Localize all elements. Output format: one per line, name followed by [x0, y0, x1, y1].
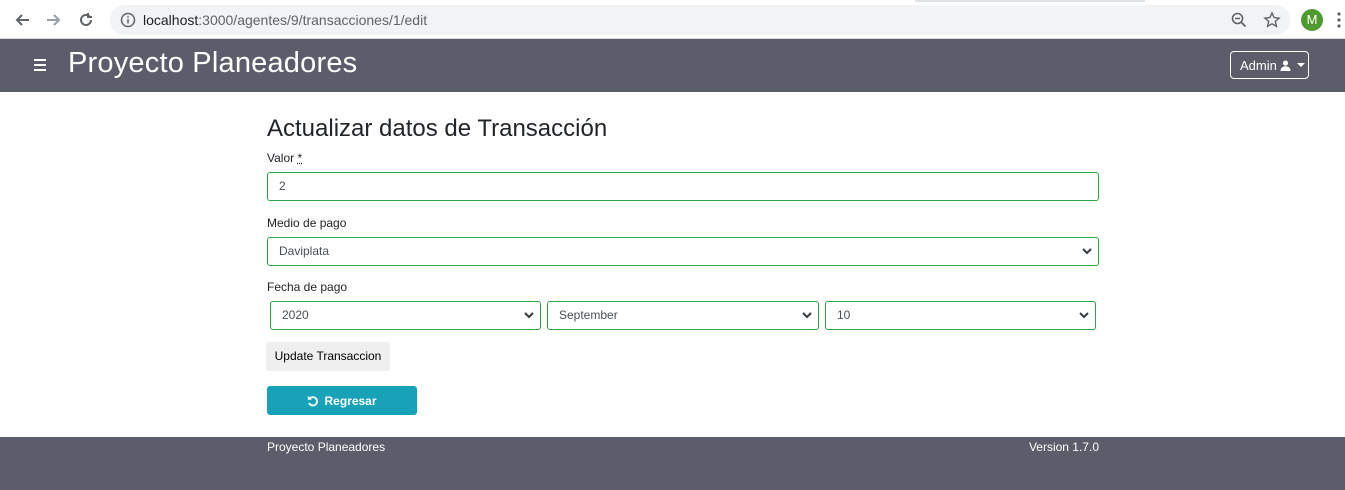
- page-footer: Proyecto Planeadores Version 1.7.0: [0, 437, 1345, 490]
- medio-de-pago-value: Daviplata: [279, 244, 330, 258]
- fecha-de-pago-label: Fecha de pago: [267, 280, 348, 294]
- fecha-day-value: 10: [837, 308, 851, 322]
- bookmark-star-icon[interactable]: [1263, 11, 1281, 29]
- site-info-icon[interactable]: [120, 12, 136, 28]
- app-navbar: Proyecto Planeadores Admin: [0, 39, 1345, 92]
- admin-label: Admin: [1240, 57, 1277, 73]
- chevron-down-icon: [1079, 312, 1089, 319]
- regresar-button[interactable]: Regresar: [267, 386, 417, 415]
- medio-de-pago-select[interactable]: Daviplata: [267, 237, 1099, 266]
- update-transaccion-button[interactable]: Update Transaccion: [266, 342, 390, 371]
- fecha-year-value: 2020: [282, 308, 309, 322]
- fecha-month-select[interactable]: September: [547, 301, 819, 330]
- url-host: localhost: [143, 12, 199, 28]
- zoom-icon[interactable]: [1230, 11, 1248, 29]
- valor-input[interactable]: 2: [267, 172, 1099, 201]
- chevron-down-icon: [524, 312, 534, 319]
- valor-label-text: Valor: [267, 151, 295, 165]
- profile-avatar[interactable]: M: [1301, 9, 1323, 31]
- browser-menu-icon[interactable]: [1336, 10, 1342, 30]
- hamburger-menu-icon[interactable]: [34, 59, 46, 71]
- admin-user-menu-button[interactable]: Admin: [1230, 51, 1309, 79]
- dropdown-caret-icon: [1296, 63, 1305, 67]
- forward-nav-icon[interactable]: [42, 8, 66, 32]
- medio-de-pago-label: Medio de pago: [267, 216, 347, 230]
- chevron-down-icon: [802, 312, 812, 319]
- fecha-day-select[interactable]: 10: [825, 301, 1096, 330]
- back-nav-icon[interactable]: [10, 8, 34, 32]
- valor-input-value: 2: [279, 179, 286, 193]
- url-text: localhost:3000/agentes/9/transacciones/1…: [143, 5, 427, 35]
- chevron-down-icon: [1082, 248, 1092, 255]
- valor-label: Valor *: [267, 151, 302, 165]
- fecha-month-value: September: [559, 308, 618, 322]
- address-bar[interactable]: localhost:3000/agentes/9/transacciones/1…: [110, 5, 1290, 35]
- required-mark: *: [297, 151, 303, 165]
- fecha-year-select[interactable]: 2020: [270, 301, 541, 330]
- reload-icon[interactable]: [74, 8, 98, 32]
- browser-toolbar: localhost:3000/agentes/9/transacciones/1…: [0, 0, 1345, 39]
- user-icon: [1280, 59, 1291, 71]
- footer-version: Version 1.7.0: [1028, 440, 1099, 454]
- url-path: :3000/agentes/9/transacciones/1/edit: [198, 12, 428, 28]
- tab-strip-edge: [915, 0, 1145, 2]
- footer-app-name: Proyecto Planeadores: [267, 440, 386, 454]
- regresar-label: Regresar: [324, 393, 377, 408]
- brand-title[interactable]: Proyecto Planeadores: [68, 47, 357, 80]
- undo-icon: [308, 395, 319, 406]
- page-title: Actualizar datos de Transacción: [267, 115, 608, 142]
